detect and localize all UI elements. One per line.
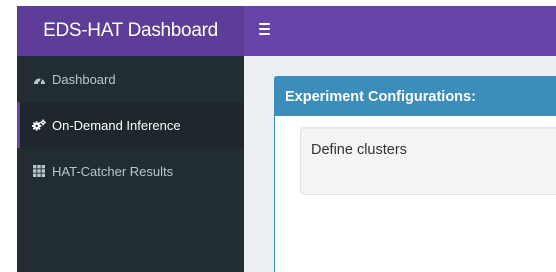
app-title: EDS-HAT Dashboard	[43, 20, 218, 41]
hamburger-menu-icon[interactable]	[259, 23, 270, 35]
define-clusters-label: Define clusters	[311, 142, 407, 158]
sidebar-item-label: HAT-Catcher Results	[52, 163, 174, 179]
sidebar-item-dashboard[interactable]: Dashboard	[17, 56, 244, 102]
top-navbar	[244, 6, 556, 56]
sidebar-item-label: On-Demand Inference	[52, 117, 181, 133]
box-header: Experiment Configurations:	[275, 77, 556, 116]
sidebar-item-hat-catcher-results[interactable]: HAT-Catcher Results	[17, 148, 244, 194]
sidebar: Dashboard On-Demand Inference HAT-Catche…	[17, 56, 244, 272]
main-content: Experiment Configurations: Define cluste…	[244, 56, 556, 272]
define-clusters-panel: Define clusters	[300, 127, 556, 195]
app-window: EDS-HAT Dashboard Dashboard On-Demand In…	[17, 6, 556, 272]
cogs-icon	[32, 118, 46, 132]
experiment-config-box: Experiment Configurations: Define cluste…	[274, 76, 556, 272]
app-logo[interactable]: EDS-HAT Dashboard	[17, 6, 244, 56]
sidebar-item-label: Dashboard	[52, 71, 116, 87]
sidebar-item-on-demand-inference[interactable]: On-Demand Inference	[17, 102, 244, 148]
box-title: Experiment Configurations:	[285, 88, 476, 105]
dashboard-gauge-icon	[32, 72, 46, 86]
grid-icon	[32, 164, 46, 178]
